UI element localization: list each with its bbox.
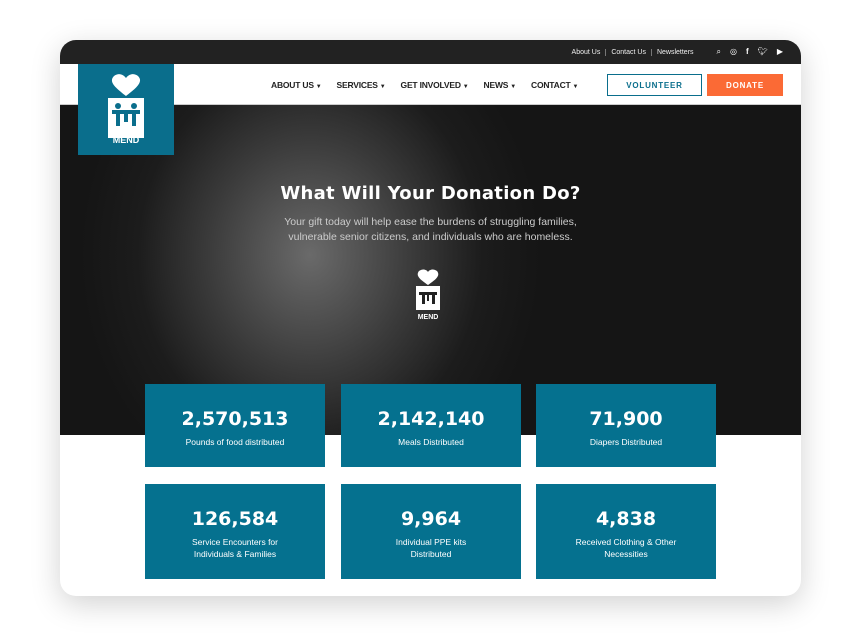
nav-label: SERVICES (336, 79, 378, 90)
stat-card-ppe: 9,964 Individual PPE kits Distributed (341, 484, 521, 579)
mend-logo[interactable]: MEND (78, 64, 174, 155)
youtube-icon[interactable]: ▶ (777, 47, 783, 57)
stat-card-food: 2,570,513 Pounds of food distributed (145, 384, 325, 467)
instagram-icon[interactable]: ◎ (730, 47, 737, 57)
stat-card-clothing: 4,838 Received Clothing & Other Necessiti… (536, 484, 716, 579)
nav-get-involved[interactable]: GET INVOLVED ▼ (401, 80, 469, 90)
volunteer-button[interactable]: VOLUNTEER (607, 74, 702, 96)
stat-label: Diapers Distributed (589, 437, 663, 447)
hero-title: What Will Your Donation Do? (280, 183, 581, 204)
facebook-icon[interactable]: f (746, 47, 749, 57)
stat-label: Pounds of food distributed (185, 437, 285, 447)
search-icon[interactable]: ⌕ (717, 47, 721, 57)
caret-down-icon: ▼ (379, 83, 386, 90)
stat-value: 9,964 (400, 508, 462, 530)
caret-down-icon: ▼ (315, 83, 322, 90)
hero-subtitle-line: vulnerable senior citizens, and individu… (288, 231, 573, 243)
nav-label: ABOUT US (271, 79, 314, 90)
stat-label: Individual PPE kits Distributed (395, 537, 467, 559)
stat-card-diapers: 71,900 Diapers Distributed (536, 384, 716, 467)
donate-button[interactable]: DONATE (707, 74, 783, 96)
stat-label: Service Encounters for Individuals & Fam… (192, 537, 278, 559)
svg-text:MEND: MEND (113, 135, 140, 145)
stat-card-encounters: 126,584 Service Encounters for Individual… (145, 484, 325, 579)
browser-frame: About Us Contact Us Newsletters ⌕ ◎ f 🐦︎… (60, 40, 801, 596)
hero-subtitle-line: Your gift today will help ease the burde… (284, 216, 577, 228)
caret-down-icon: ▼ (572, 83, 579, 90)
stat-value: 71,900 (589, 408, 663, 430)
svg-text:MEND: MEND (418, 314, 439, 321)
stat-value: 2,142,140 (377, 408, 485, 430)
nav-about-us[interactable]: ABOUT US ▼ (271, 80, 322, 90)
nav-services[interactable]: SERVICES ▼ (337, 80, 386, 90)
stat-label: Meals Distributed (398, 437, 464, 447)
hero-mend-logo: MEND (397, 263, 459, 323)
top-link-newsletters[interactable]: Newsletters (650, 48, 699, 56)
stat-value: 2,570,513 (181, 408, 289, 430)
top-link-about[interactable]: About Us (567, 49, 606, 56)
twitter-icon[interactable]: 🐦︎ (758, 47, 768, 57)
stat-label: Received Clothing & Other Necessities (575, 537, 677, 559)
caret-down-icon: ▼ (510, 83, 516, 90)
top-bar: About Us Contact Us Newsletters ⌕ ◎ f 🐦︎… (60, 40, 801, 64)
nav-label: CONTACT (531, 79, 571, 90)
stat-value: 4,838 (595, 508, 657, 530)
caret-down-icon: ▼ (462, 83, 469, 90)
nav-label: GET INVOLVED (400, 79, 461, 90)
nav-news[interactable]: NEWS ▼ (483, 79, 517, 90)
nav-contact[interactable]: CONTACT ▼ (531, 80, 578, 90)
top-link-contact[interactable]: Contact Us (605, 48, 651, 56)
nav-label: NEWS (483, 79, 509, 90)
hero-subtitle: Your gift today will help ease the burde… (60, 215, 801, 245)
stat-value: 126,584 (191, 508, 279, 530)
stat-card-meals: 2,142,140 Meals Distributed (341, 384, 521, 467)
